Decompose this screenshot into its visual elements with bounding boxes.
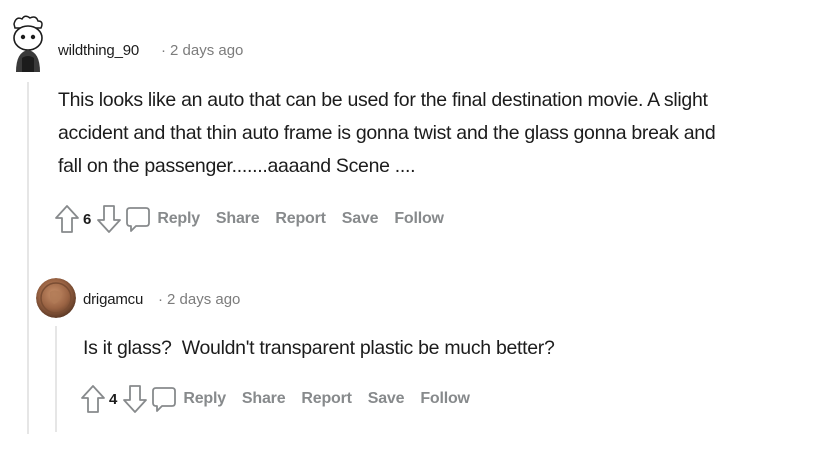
comment-body-line: fall on the passenger.......aaaand Scene… [58, 155, 416, 177]
comment-timestamp[interactable]: 2 days ago [170, 42, 243, 59]
save-button[interactable]: Save [368, 390, 405, 408]
comment-action-bar: 4 Reply Share Report Save Follow [79, 382, 486, 416]
downvote-arrow-icon[interactable] [121, 383, 149, 415]
report-button[interactable]: Report [301, 390, 352, 408]
report-button[interactable]: Report [275, 210, 326, 228]
reply-button[interactable]: Reply [151, 383, 226, 415]
comment-body: This looks like an auto that can be used… [58, 84, 716, 183]
downvote-arrow-icon[interactable] [95, 203, 123, 235]
reply-button[interactable]: Reply [125, 203, 200, 235]
vote-count: 4 [109, 390, 118, 408]
thread-line-main[interactable] [27, 82, 29, 434]
comment-username[interactable]: drigamcu [83, 291, 143, 308]
comment-bubble-icon [151, 383, 177, 415]
snoo-avatar-icon[interactable] [6, 14, 48, 74]
save-button[interactable]: Save [342, 210, 379, 228]
follow-button[interactable]: Follow [394, 210, 444, 228]
comment-timestamp[interactable]: 2 days ago [167, 291, 240, 308]
upvote-arrow-icon[interactable] [53, 203, 81, 235]
meta-separator: · [158, 291, 163, 308]
comment-bubble-icon [125, 203, 151, 235]
follow-button[interactable]: Follow [420, 390, 470, 408]
vote-count: 6 [83, 210, 92, 228]
thread-line-reply[interactable] [55, 326, 57, 432]
comment-action-bar: 6 Reply Share Report Save Follow [53, 202, 460, 236]
reply-label: Reply [157, 210, 200, 227]
meta-separator: · [161, 42, 166, 59]
share-button[interactable]: Share [216, 210, 260, 228]
upvote-arrow-icon[interactable] [79, 383, 107, 415]
comment-body-line: This looks like an auto that can be used… [58, 89, 708, 111]
share-button[interactable]: Share [242, 390, 286, 408]
comment-body-line: Is it glass? Wouldn't transparent plasti… [83, 337, 555, 359]
user-avatar-photo[interactable] [36, 278, 76, 318]
comment-body: Is it glass? Wouldn't transparent plasti… [83, 332, 555, 365]
reply-label: Reply [183, 390, 226, 407]
comment-username[interactable]: wildthing_90 [58, 42, 139, 59]
comment-body-line: accident and that thin auto frame is gon… [58, 122, 716, 144]
